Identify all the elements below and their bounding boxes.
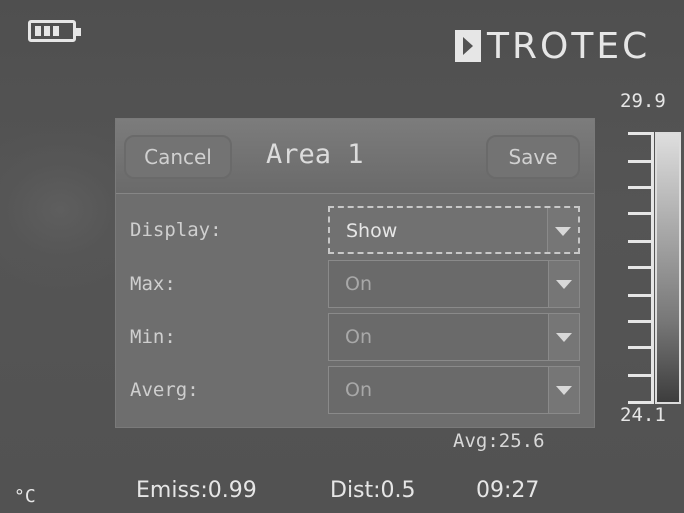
scale-min-value: 24.1 <box>620 404 666 426</box>
distance-readout: Dist:0.5 <box>330 478 416 503</box>
temperature-color-scale <box>655 132 681 404</box>
display-label: Display: <box>130 219 222 241</box>
max-select[interactable]: On <box>328 260 580 308</box>
trotec-logo-icon <box>455 30 481 62</box>
emissivity-readout: Emiss:0.99 <box>136 478 257 503</box>
average-select-value: On <box>345 379 372 401</box>
min-select-value: On <box>345 326 372 348</box>
cancel-button[interactable]: Cancel <box>124 135 232 179</box>
battery-icon <box>28 20 81 42</box>
display-select-value: Show <box>346 220 398 242</box>
average-select[interactable]: On <box>328 366 580 414</box>
chevron-down-icon[interactable] <box>548 261 579 307</box>
save-button[interactable]: Save <box>486 135 580 179</box>
max-label: Max: <box>130 273 176 295</box>
scale-max-value: 29.9 <box>620 90 666 112</box>
area-settings-dialog: Cancel Area 1 Save Display: Show Max: On… <box>115 118 595 428</box>
brand-name: TROTEC <box>487 25 651 67</box>
max-select-value: On <box>345 273 372 295</box>
thermal-camera-screen: TROTEC 29.9 24.1 Cancel Area 1 Save Disp… <box>0 0 684 513</box>
temperature-unit: °C <box>14 486 36 507</box>
scale-ticks <box>624 132 654 404</box>
average-label: Averg: <box>130 379 199 401</box>
display-select[interactable]: Show <box>328 206 580 254</box>
chevron-down-icon[interactable] <box>548 314 579 360</box>
brand-logo: TROTEC <box>455 25 651 67</box>
chevron-down-icon[interactable] <box>548 367 579 413</box>
average-readout: Avg:25.6 <box>453 430 545 452</box>
min-select[interactable]: On <box>328 313 580 361</box>
dialog-title: Area 1 <box>266 139 364 170</box>
min-label: Min: <box>130 326 176 348</box>
clock: 09:27 <box>476 478 540 503</box>
chevron-down-icon[interactable] <box>547 208 578 252</box>
dialog-header: Cancel Area 1 Save <box>116 119 594 194</box>
